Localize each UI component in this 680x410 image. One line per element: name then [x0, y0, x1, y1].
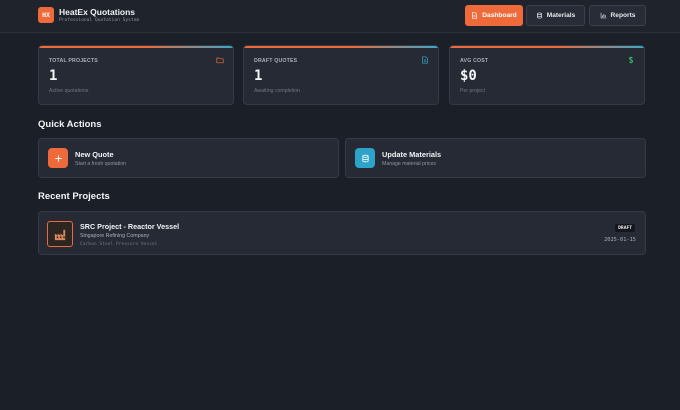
dashboard-button[interactable]: Dashboard — [465, 5, 523, 26]
project-title: SRC Project - Reactor Vessel — [80, 222, 180, 231]
stat-label: DRAFT QUOTES — [254, 58, 298, 64]
stat-hint: Active quotations — [49, 88, 89, 94]
project-row[interactable]: SRC Project - Reactor Vessel Singapore R… — [38, 211, 646, 255]
action-subtitle: Start a fresh quotation — [75, 161, 127, 167]
stat-label: AVG COST — [460, 58, 489, 64]
materials-button[interactable]: Materials — [526, 5, 585, 26]
document-icon — [422, 56, 428, 64]
stat-card-total-projects: TOTAL PROJECTS 1 Active quotations — [38, 45, 234, 105]
status-badge: DRAFT — [615, 224, 635, 232]
database-icon — [355, 148, 375, 168]
stat-value: 1 — [254, 68, 263, 84]
bar-chart-icon — [600, 12, 606, 19]
factory-icon — [47, 221, 73, 247]
update-materials-card[interactable]: Update Materials Manage material prices — [345, 138, 646, 178]
quick-actions-title: Quick Actions — [38, 119, 102, 130]
plus-icon — [48, 148, 68, 168]
action-subtitle: Manage material prices — [382, 161, 436, 167]
folder-icon — [216, 57, 224, 64]
stat-hint: Awaiting completion — [254, 88, 301, 94]
project-type: Carbon Steel Pressure Vessel — [80, 242, 158, 247]
app-subtitle: Professional Quotation System — [59, 18, 140, 23]
stat-value: $0 — [460, 68, 477, 84]
stat-value: 1 — [49, 68, 58, 84]
new-quote-card[interactable]: New Quote Start a fresh quotation — [38, 138, 339, 178]
stat-card-draft-quotes: DRAFT QUOTES 1 Awaiting completion — [243, 45, 439, 105]
project-client: Singapore Refining Company — [80, 233, 150, 239]
top-bar: HX HeatEx Quotations Professional Quotat… — [0, 0, 680, 33]
recent-projects-title: Recent Projects — [38, 191, 110, 202]
document-icon — [472, 12, 478, 19]
app-logo: HX — [38, 7, 54, 23]
dashboard-button-label: Dashboard — [482, 12, 517, 19]
project-date: 2025-01-15 — [604, 237, 636, 243]
stat-label: TOTAL PROJECTS — [49, 58, 98, 64]
action-title: Update Materials — [382, 150, 442, 159]
stat-hint: Per project — [460, 88, 486, 94]
database-icon — [536, 12, 542, 19]
reports-button-label: Reports — [610, 12, 636, 19]
materials-button-label: Materials — [546, 12, 576, 19]
reports-button[interactable]: Reports — [589, 5, 646, 26]
dollar-icon — [628, 56, 634, 64]
action-title: New Quote — [75, 150, 114, 159]
stat-card-avg-cost: AVG COST $0 Per project — [449, 45, 645, 105]
app-title: HeatEx Quotations — [59, 7, 136, 17]
